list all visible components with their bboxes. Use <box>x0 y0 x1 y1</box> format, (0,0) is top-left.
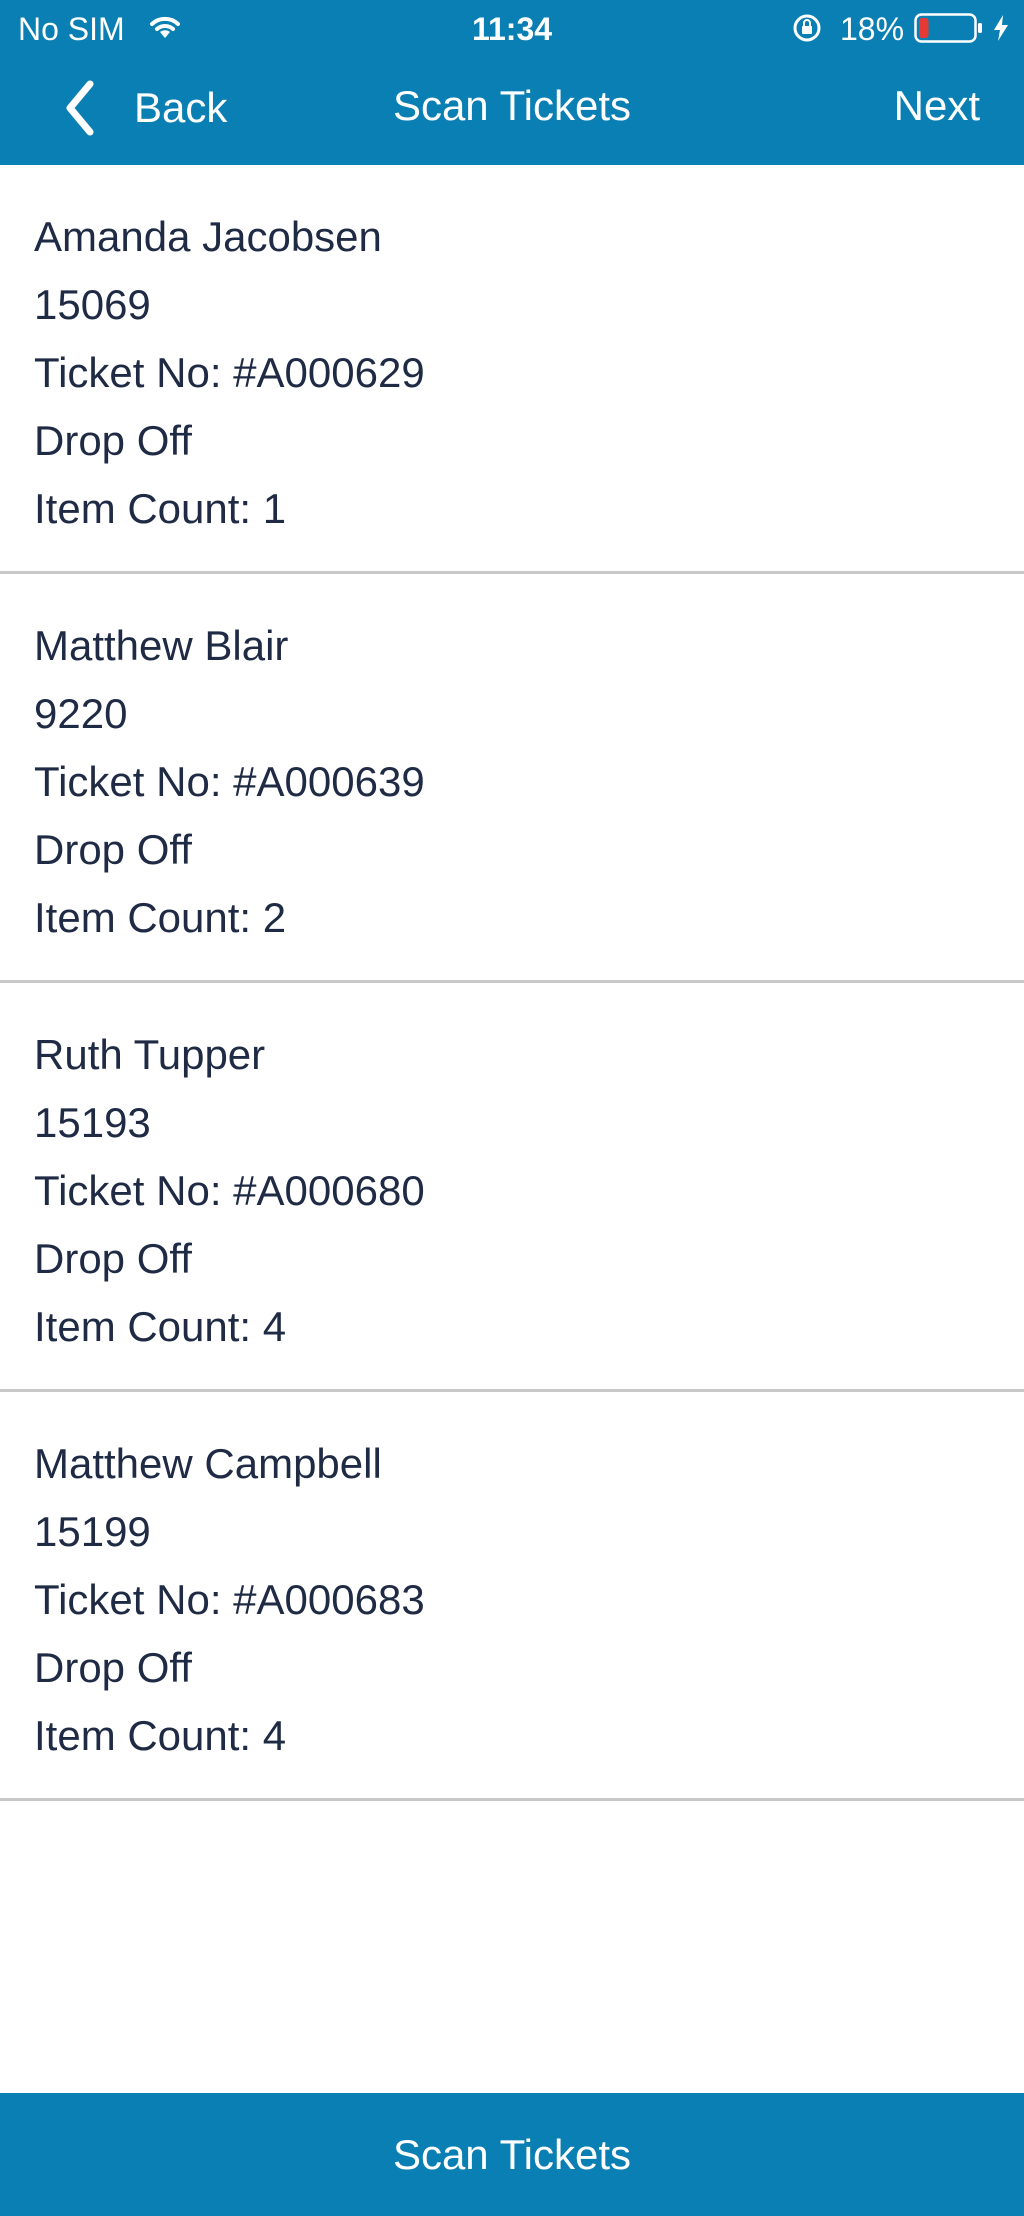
item-count: Item Count: 4 <box>34 1712 287 1759</box>
ticket-number: Ticket No: #A000629 <box>34 349 425 396</box>
ticket-type: Drop Off <box>34 417 192 464</box>
ticket-type: Drop Off <box>34 826 192 873</box>
ticket-number: Ticket No: #A000680 <box>34 1167 425 1214</box>
scan-tickets-button[interactable]: Scan Tickets <box>0 2093 1024 2216</box>
back-button[interactable]: Back <box>60 76 280 140</box>
orientation-lock-icon <box>793 14 821 42</box>
app-screen: No SIM 11:34 18% Back Scan Tickets Next … <box>0 0 1024 2216</box>
item-count: Item Count: 2 <box>34 894 287 941</box>
header: No SIM 11:34 18% Back Scan Tickets Next <box>0 0 1024 165</box>
navigation-bar: Back Scan Tickets Next <box>0 58 1024 165</box>
customer-number: 15193 <box>34 1099 151 1146</box>
battery-icon <box>914 13 982 43</box>
battery-fill <box>919 18 929 38</box>
battery-percent: 18% <box>840 11 905 47</box>
charging-bolt-icon <box>994 15 1008 41</box>
list-item[interactable]: Ruth Tupper 15193 Ticket No: #A000680 Dr… <box>0 983 1024 1392</box>
item-count: Item Count: 1 <box>34 485 287 532</box>
list-item[interactable]: Matthew Blair 9220 Ticket No: #A000639 D… <box>0 574 1024 983</box>
customer-number: 9220 <box>34 690 128 737</box>
customer-name: Matthew Blair <box>34 622 289 669</box>
back-label: Back <box>134 84 228 131</box>
ticket-number: Ticket No: #A000639 <box>34 758 425 805</box>
customer-number: 15199 <box>34 1508 151 1555</box>
ticket-type: Drop Off <box>34 1644 192 1691</box>
list-item[interactable]: Matthew Campbell 15199 Ticket No: #A0006… <box>0 1392 1024 1801</box>
next-button[interactable]: Next <box>894 76 980 136</box>
customer-name: Matthew Campbell <box>34 1440 382 1487</box>
list-item[interactable]: Amanda Jacobsen 15069 Ticket No: #A00062… <box>0 165 1024 574</box>
chevron-left-icon <box>66 80 94 136</box>
item-count: Item Count: 4 <box>34 1303 287 1350</box>
status-bar: No SIM 11:34 18% <box>0 0 1024 58</box>
ticket-number: Ticket No: #A000683 <box>34 1576 425 1623</box>
customer-number: 15069 <box>34 281 151 328</box>
ticket-list: Amanda Jacobsen 15069 Ticket No: #A00062… <box>0 165 1024 1801</box>
ticket-type: Drop Off <box>34 1235 192 1282</box>
customer-name: Amanda Jacobsen <box>34 213 382 260</box>
customer-name: Ruth Tupper <box>34 1031 266 1078</box>
